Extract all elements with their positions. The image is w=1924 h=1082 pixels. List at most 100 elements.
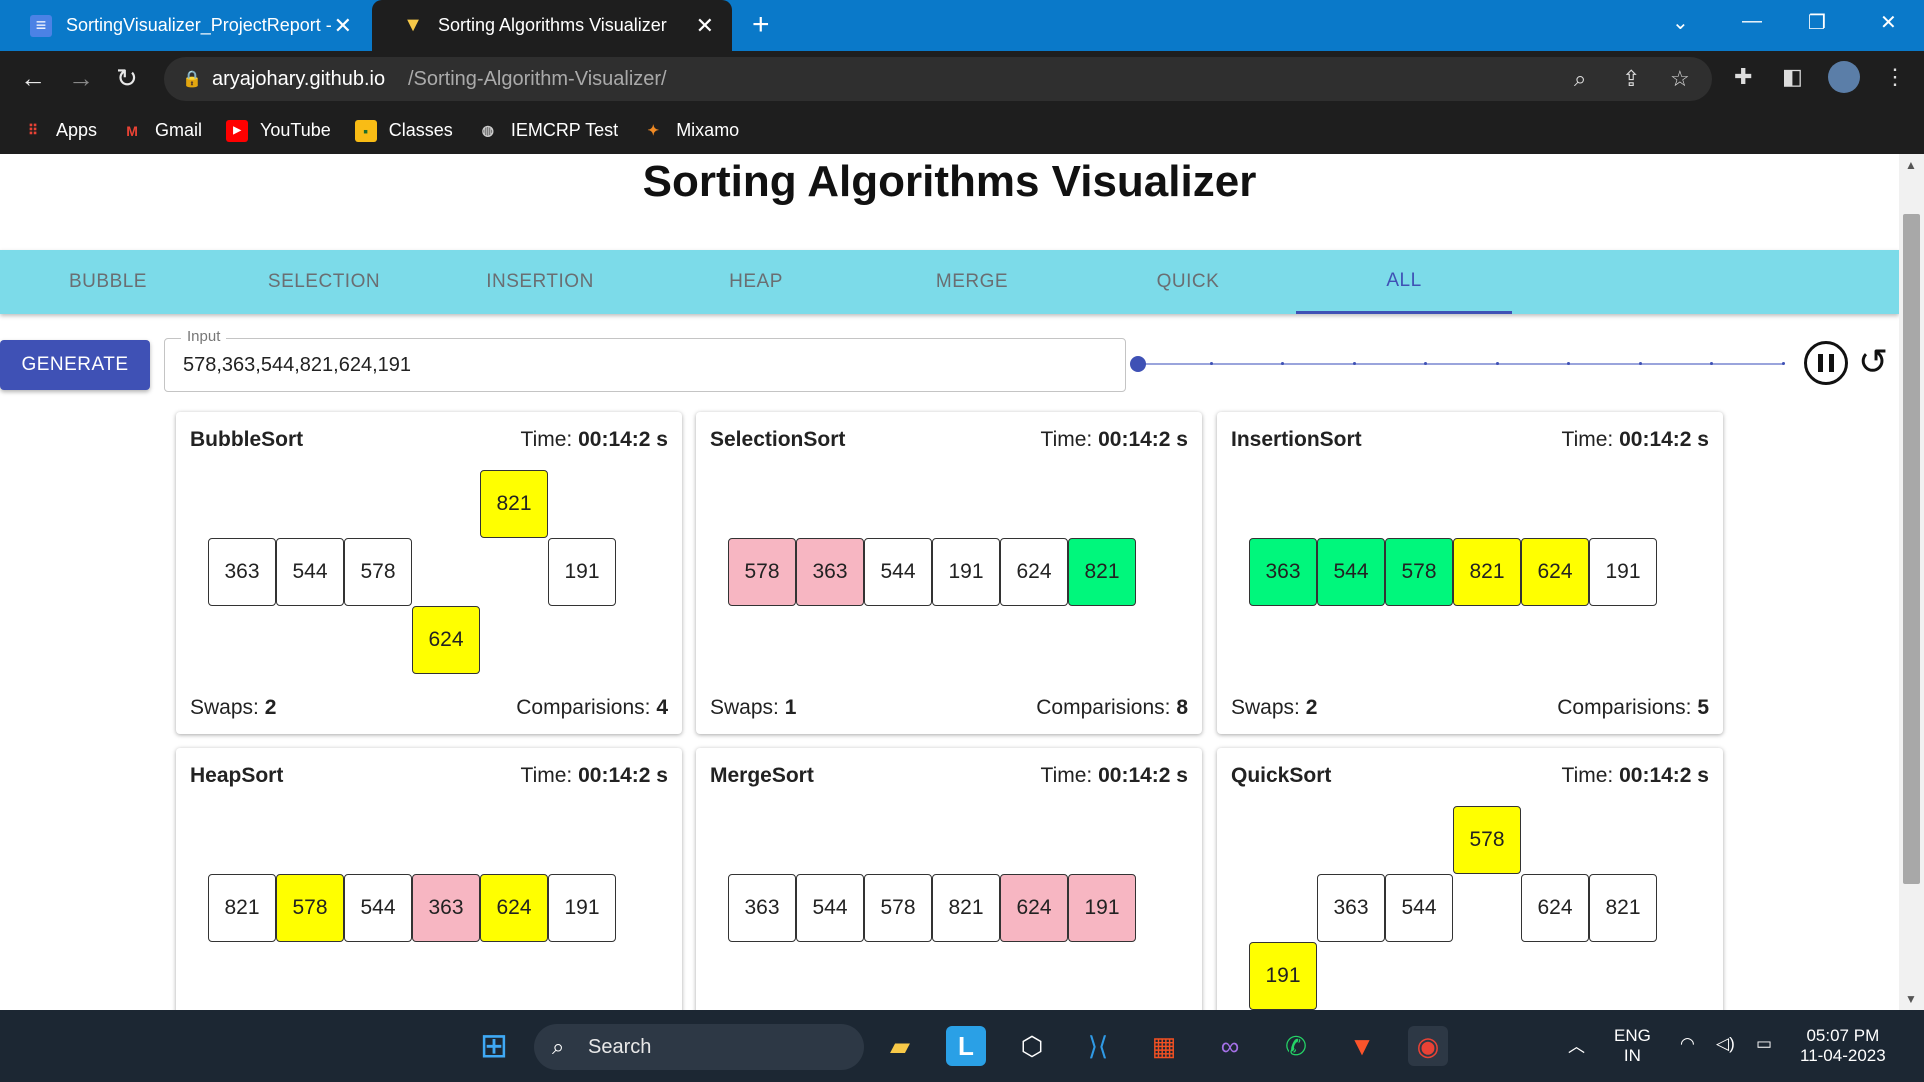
- share-icon[interactable]: ⇪: [1622, 66, 1640, 92]
- tab-selection[interactable]: SELECTION: [216, 250, 432, 314]
- slider-tick: [1352, 362, 1356, 365]
- store-icon[interactable]: ▦: [1144, 1026, 1184, 1066]
- browser-tab-report[interactable]: ≡ SortingVisualizer_ProjectReport - ✕: [0, 0, 370, 51]
- array-cell: 624: [1000, 874, 1068, 942]
- scroll-up-icon[interactable]: ▲: [1905, 158, 1917, 172]
- scrollbar-thumb[interactable]: [1903, 214, 1920, 884]
- tab-all[interactable]: ALL: [1296, 250, 1512, 314]
- docs-icon: ≡: [30, 14, 52, 37]
- bookmark-star-icon[interactable]: ☆: [1670, 66, 1690, 92]
- algorithm-tabs: BUBBLE SELECTION INSERTION HEAP MERGE QU…: [0, 250, 1899, 314]
- card-swaps: Swaps: 2: [1231, 696, 1318, 719]
- sort-card-mergesort: MergeSort Time: 00:14:2 s 363 544 578 821 624 1…: [696, 748, 1202, 1010]
- tab-bubble[interactable]: BUBBLE: [0, 250, 216, 314]
- bookmark-mixamo[interactable]: ✦ Mixamo: [642, 120, 739, 142]
- bookmark-gmail[interactable]: M Gmail: [121, 120, 202, 142]
- array-cell: 821: [932, 874, 1000, 942]
- speed-slider[interactable]: [1130, 356, 1785, 372]
- restore-icon[interactable]: ❐: [1808, 10, 1826, 35]
- slider-track: [1138, 363, 1784, 365]
- array-cell: 544: [1317, 538, 1385, 606]
- close-window-icon[interactable]: ✕: [1880, 10, 1897, 35]
- card-comparisons: Comparisions: 8: [1036, 696, 1188, 719]
- array-cell: 363: [412, 874, 480, 942]
- unity-icon[interactable]: ⬡: [1012, 1026, 1052, 1066]
- tab-heap[interactable]: HEAP: [648, 250, 864, 314]
- extensions-icon[interactable]: ✚: [1734, 64, 1752, 90]
- array-cell: 544: [276, 538, 344, 606]
- scroll-down-icon[interactable]: ▼: [1905, 992, 1917, 1006]
- card-algorithm-name: SelectionSort: [710, 428, 846, 451]
- page-title: Sorting Algorithms Visualizer: [642, 157, 1257, 206]
- tab-title: SortingVisualizer_ProjectReport -: [66, 15, 332, 35]
- search-label: Search: [588, 1036, 652, 1058]
- page-scrollbar[interactable]: ▲ ▼: [1899, 154, 1924, 1010]
- chrome-icon[interactable]: ◉: [1408, 1026, 1448, 1066]
- wifi-icon[interactable]: ◠: [1680, 1034, 1695, 1054]
- array-cell: 624: [1521, 538, 1589, 606]
- tab-insertion[interactable]: INSERTION: [432, 250, 648, 314]
- app-l-icon[interactable]: L: [946, 1026, 986, 1066]
- battery-icon[interactable]: ▭: [1756, 1034, 1772, 1054]
- array-cell: 363: [1249, 538, 1317, 606]
- zoom-icon[interactable]: ⌕: [1574, 66, 1586, 92]
- file-explorer-icon[interactable]: ▰: [880, 1026, 920, 1066]
- card-comparisons: Comparisions: 5: [1557, 696, 1709, 719]
- bookmark-label: Mixamo: [676, 120, 740, 140]
- bookmark-iemcrp[interactable]: ◍ IEMCRP Test: [477, 120, 618, 142]
- bookmark-classes[interactable]: ▪ Classes: [354, 119, 453, 142]
- input-value[interactable]: 578,363,544,821,624,191: [183, 354, 411, 377]
- sort-card-insertionsort: InsertionSort Time: 00:14:2 s 363 544 578 821…: [1217, 412, 1723, 734]
- array-cell: 578: [276, 874, 344, 942]
- forward-icon[interactable]: →: [68, 63, 94, 94]
- language-indicator[interactable]: ENG IN: [1614, 1026, 1651, 1066]
- card-time: Time: 00:14:2 s: [1561, 764, 1709, 787]
- close-tab-icon[interactable]: ✕: [696, 13, 714, 39]
- address-bar[interactable]: 🔒 aryajohary.github.io /Sorting-Algorith…: [164, 57, 1712, 101]
- close-tab-icon[interactable]: ✕: [334, 13, 352, 39]
- array-cell: 191: [1249, 942, 1317, 1010]
- bookmark-youtube[interactable]: ▶ YouTube: [226, 119, 331, 142]
- lock-icon: 🔒: [182, 71, 202, 88]
- chevron-up-icon[interactable]: ︿: [1568, 1032, 1585, 1057]
- array-cell: 191: [932, 538, 1000, 606]
- tab-strip: ≡ SortingVisualizer_ProjectReport - ✕ ▼ …: [0, 0, 1924, 51]
- windows-taskbar: ⊞ ⌕ Search ▰ L ⬡ ⟩⟨ ▦ ∞ ✆ ▼ ◉ ︿ ENG IN ◠…: [0, 1010, 1924, 1082]
- array-input-field[interactable]: Input 578,363,544,821,624,191: [164, 328, 1126, 392]
- card-time: Time: 00:14:2 s: [1040, 428, 1188, 451]
- new-tab-icon[interactable]: +: [752, 8, 770, 42]
- search-icon: ⌕: [552, 1034, 565, 1059]
- volume-icon[interactable]: ◁): [1716, 1034, 1735, 1054]
- slider-tick: [1424, 362, 1427, 365]
- back-icon[interactable]: ←: [20, 63, 46, 94]
- array-cell: 191: [1068, 874, 1136, 942]
- card-algorithm-name: MergeSort: [710, 764, 814, 787]
- side-panel-icon[interactable]: ◧: [1782, 64, 1803, 90]
- globe-icon: ◍: [481, 122, 494, 138]
- bookmark-label: Classes: [388, 120, 453, 140]
- tab-search-icon[interactable]: ⌄: [1672, 10, 1689, 35]
- visual-studio-icon[interactable]: ∞: [1210, 1026, 1250, 1066]
- pause-button[interactable]: [1804, 341, 1848, 385]
- generate-button[interactable]: GENERATE: [0, 340, 150, 390]
- array-cell: 363: [796, 538, 864, 606]
- profile-avatar[interactable]: [1828, 61, 1860, 93]
- array-cell: 544: [1385, 874, 1453, 942]
- slider-thumb[interactable]: [1130, 356, 1146, 372]
- menu-kebab-icon[interactable]: ⋮: [1884, 64, 1906, 90]
- tab-merge[interactable]: MERGE: [864, 250, 1080, 314]
- vscode-icon[interactable]: ⟩⟨: [1078, 1026, 1118, 1066]
- tab-quick[interactable]: QUICK: [1080, 250, 1296, 314]
- clock[interactable]: 05:07 PM 11-04-2023: [1800, 1026, 1886, 1066]
- bookmark-apps[interactable]: ⠿ Apps: [22, 120, 97, 142]
- taskbar-search[interactable]: ⌕ Search: [534, 1024, 864, 1070]
- browser-tab-visualizer[interactable]: ▼ Sorting Algorithms Visualizer ✕: [372, 0, 732, 51]
- reset-icon[interactable]: ↺: [1858, 340, 1888, 384]
- reload-icon[interactable]: ↻: [116, 63, 138, 94]
- whatsapp-icon[interactable]: ✆: [1276, 1026, 1316, 1066]
- bookmark-label: IEMCRP Test: [510, 120, 619, 140]
- array-cell: 578: [728, 538, 796, 606]
- minimize-icon[interactable]: —: [1742, 10, 1762, 33]
- windows-start-icon[interactable]: ⊞: [474, 1026, 514, 1066]
- brave-icon[interactable]: ▼: [1342, 1026, 1382, 1066]
